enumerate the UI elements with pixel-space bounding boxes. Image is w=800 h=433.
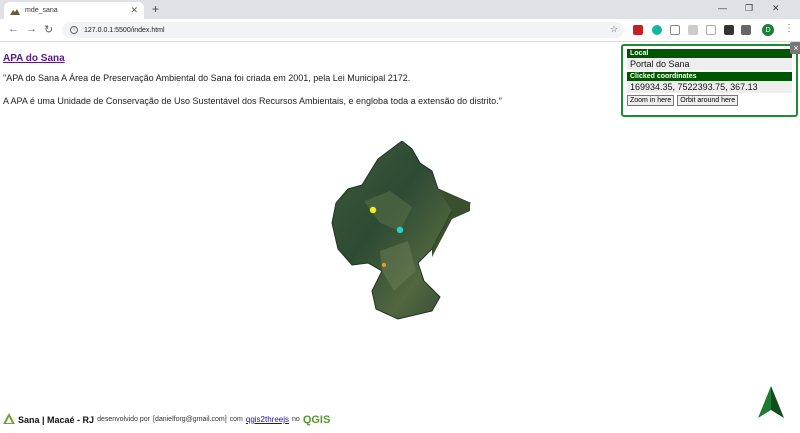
local-value: Portal do Sana: [627, 58, 792, 70]
url-text: 127.0.0.1:5500/index.html: [84, 26, 165, 34]
footer-brand: Sana | Macaé - RJ: [18, 414, 95, 425]
popup-close-button[interactable]: ×: [790, 42, 800, 54]
local-header: Local: [627, 49, 792, 58]
minimize-icon[interactable]: —: [718, 3, 727, 13]
new-tab-button[interactable]: +: [152, 2, 159, 16]
description-paragraph-2: A APA é uma Unidade de Conservação de Us…: [3, 96, 502, 106]
address-bar[interactable]: i 127.0.0.1:5500/index.html ☆: [62, 22, 624, 38]
zoom-in-here-button[interactable]: Zoom in here: [627, 95, 675, 106]
tab-title: mde_sana: [25, 7, 58, 14]
footer-email: [danielforg@gmail.com]: [153, 416, 227, 423]
mountain-icon: [10, 7, 20, 15]
extension-lock-icon[interactable]: [688, 25, 698, 35]
qgis-logo: QGIS: [302, 413, 331, 426]
qgis2threejs-link[interactable]: qgis2threejs: [246, 415, 289, 424]
logo-icon: [3, 413, 15, 426]
map-marker-yellow[interactable]: [369, 206, 377, 214]
extensions-puzzle-icon[interactable]: [741, 25, 751, 35]
north-arrow-icon: [758, 386, 784, 418]
menu-icon[interactable]: ⋮: [784, 23, 794, 34]
tab-strip: mde_sana ✕ + — ❐ ✕: [0, 0, 800, 19]
coordinates-header: Clicked coordinates: [627, 72, 792, 81]
browser-toolbar: ← → ↻ i 127.0.0.1:5500/index.html ☆ D ⋮: [0, 19, 800, 42]
footer-with-text: com: [229, 416, 243, 423]
terrain-3d-map[interactable]: [320, 141, 480, 323]
extension-page-icon[interactable]: [706, 25, 716, 35]
page-title-link[interactable]: APA do Sana: [3, 53, 65, 64]
extension-recycle-icon[interactable]: [670, 25, 680, 35]
ublock-icon[interactable]: [633, 25, 643, 35]
extension-grammarly-icon[interactable]: [652, 25, 662, 35]
map-marker-orange[interactable]: [382, 263, 386, 267]
forward-icon[interactable]: →: [26, 23, 37, 35]
footer: Sana | Macaé - RJ desenvolvido por [dani…: [3, 413, 330, 426]
footer-dev-text: desenvolvido por: [97, 416, 150, 423]
info-icon[interactable]: i: [70, 26, 78, 34]
browser-tab[interactable]: mde_sana ✕: [4, 2, 144, 19]
close-tab-icon[interactable]: ✕: [130, 5, 138, 16]
footer-in-text: no: [292, 416, 300, 423]
description-paragraph-1: "APA do Sana A Área de Preservação Ambie…: [3, 73, 411, 83]
map-marker-cyan[interactable]: [396, 226, 404, 234]
bookmark-star-icon[interactable]: ☆: [610, 24, 618, 35]
extension-cloud-icon[interactable]: [724, 25, 734, 35]
orbit-around-here-button[interactable]: Orbit around here: [677, 95, 739, 106]
restore-icon[interactable]: ❐: [745, 3, 753, 14]
media-queue-icon[interactable]: [751, 25, 761, 35]
avatar[interactable]: D: [762, 24, 774, 36]
info-popup: × Local Portal do Sana Clicked coordinat…: [621, 42, 800, 117]
coordinates-value: 169934.35, 7522393.75, 367.13: [627, 81, 792, 93]
reload-icon[interactable]: ↻: [44, 23, 53, 36]
page-content: APA do Sana "APA do Sana A Área de Prese…: [0, 42, 800, 433]
close-window-icon[interactable]: ✕: [772, 3, 780, 14]
back-icon[interactable]: ←: [8, 23, 19, 35]
